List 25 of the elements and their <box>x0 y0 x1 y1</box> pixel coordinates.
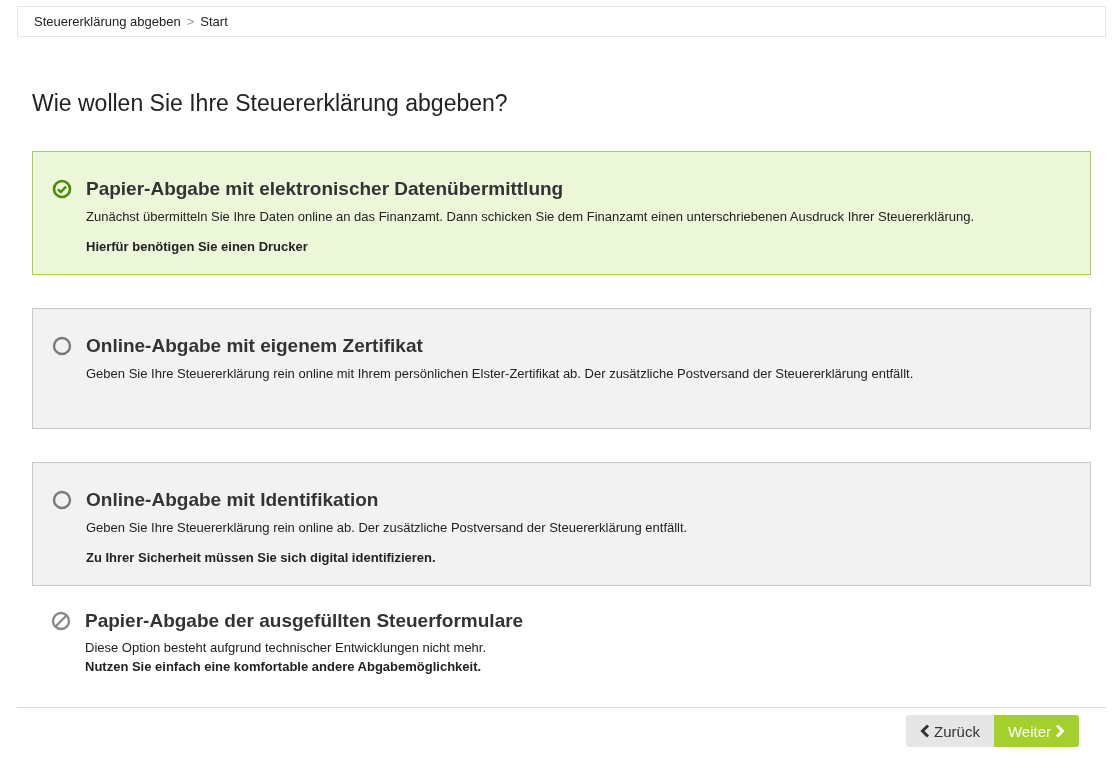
option-description: Geben Sie Ihre Steuererklärung rein online ab. Der zusätzliche Postversand der Steuererklärung entfällt. <box>86 520 689 535</box>
radio-icon <box>52 336 72 356</box>
option-note: Nutzen Sie einfach eine komfortable andere Abgabemöglichkeit. <box>85 659 483 674</box>
option-title: Papier-Abgabe mit elektronischer Datenübermittlung <box>86 178 564 200</box>
option-description: Geben Sie Ihre Steuererklärung rein online mit Ihrem persönlichen Elster-Zertifikat ab. Der zusätzliche Postversand der Steuererklärung entfällt. <box>86 366 915 381</box>
option-card[interactable]: Online-Abgabe mit Identifikation Geben Sie Ihre Steuererklärung rein online ab. Der zusätzliche Postversand der Steuererklärung entfällt. Zu Ihrer Sicherheit müssen Sie sich digital identifizieren. <box>32 462 1091 586</box>
prohibited-icon <box>51 611 71 631</box>
breadcrumb-item[interactable]: Start <box>200 14 228 29</box>
option-description: Zunächst übermitteln Sie Ihre Daten online an das Finanzamt. Dann schicken Sie dem Finanzamt einen unterschriebenen Ausdruck Ihrer Steuererklärung. <box>86 209 976 224</box>
option-title: Online-Abgabe mit eigenem Zertifikat <box>86 335 423 357</box>
checked-radio-icon <box>52 179 72 199</box>
breadcrumb-separator: > <box>186 14 195 29</box>
back-button[interactable]: Zurück <box>906 715 994 747</box>
option-title: Online-Abgabe mit Identifikation <box>86 489 379 511</box>
option-title: Papier-Abgabe der ausgefüllten Steuerformulare <box>85 610 524 632</box>
option-note: Zu Ihrer Sicherheit müssen Sie sich digital identifizieren. <box>86 550 437 565</box>
option-note: Hierfür benötigen Sie einen Drucker <box>86 239 309 254</box>
chevron-right-icon <box>1055 724 1065 738</box>
breadcrumb-item[interactable]: Steuererklärung abgeben <box>34 14 181 29</box>
chevron-left-icon <box>920 724 931 738</box>
radio-icon <box>52 490 72 510</box>
option-card[interactable]: Online-Abgabe mit eigenem Zertifikat Geben Sie Ihre Steuererklärung rein online mit Ihrem persönlichen Elster-Zertifikat ab. Der zusätzliche Postversand der Steuererklärung entfällt. <box>32 308 1091 429</box>
option-description: Diese Option besteht aufgrund technischer Entwicklungen nicht mehr. <box>85 640 488 655</box>
option-card[interactable] <box>32 151 1091 275</box>
page-heading: Wie wollen Sie Ihre Steuererklärung abgeben? <box>32 90 509 118</box>
